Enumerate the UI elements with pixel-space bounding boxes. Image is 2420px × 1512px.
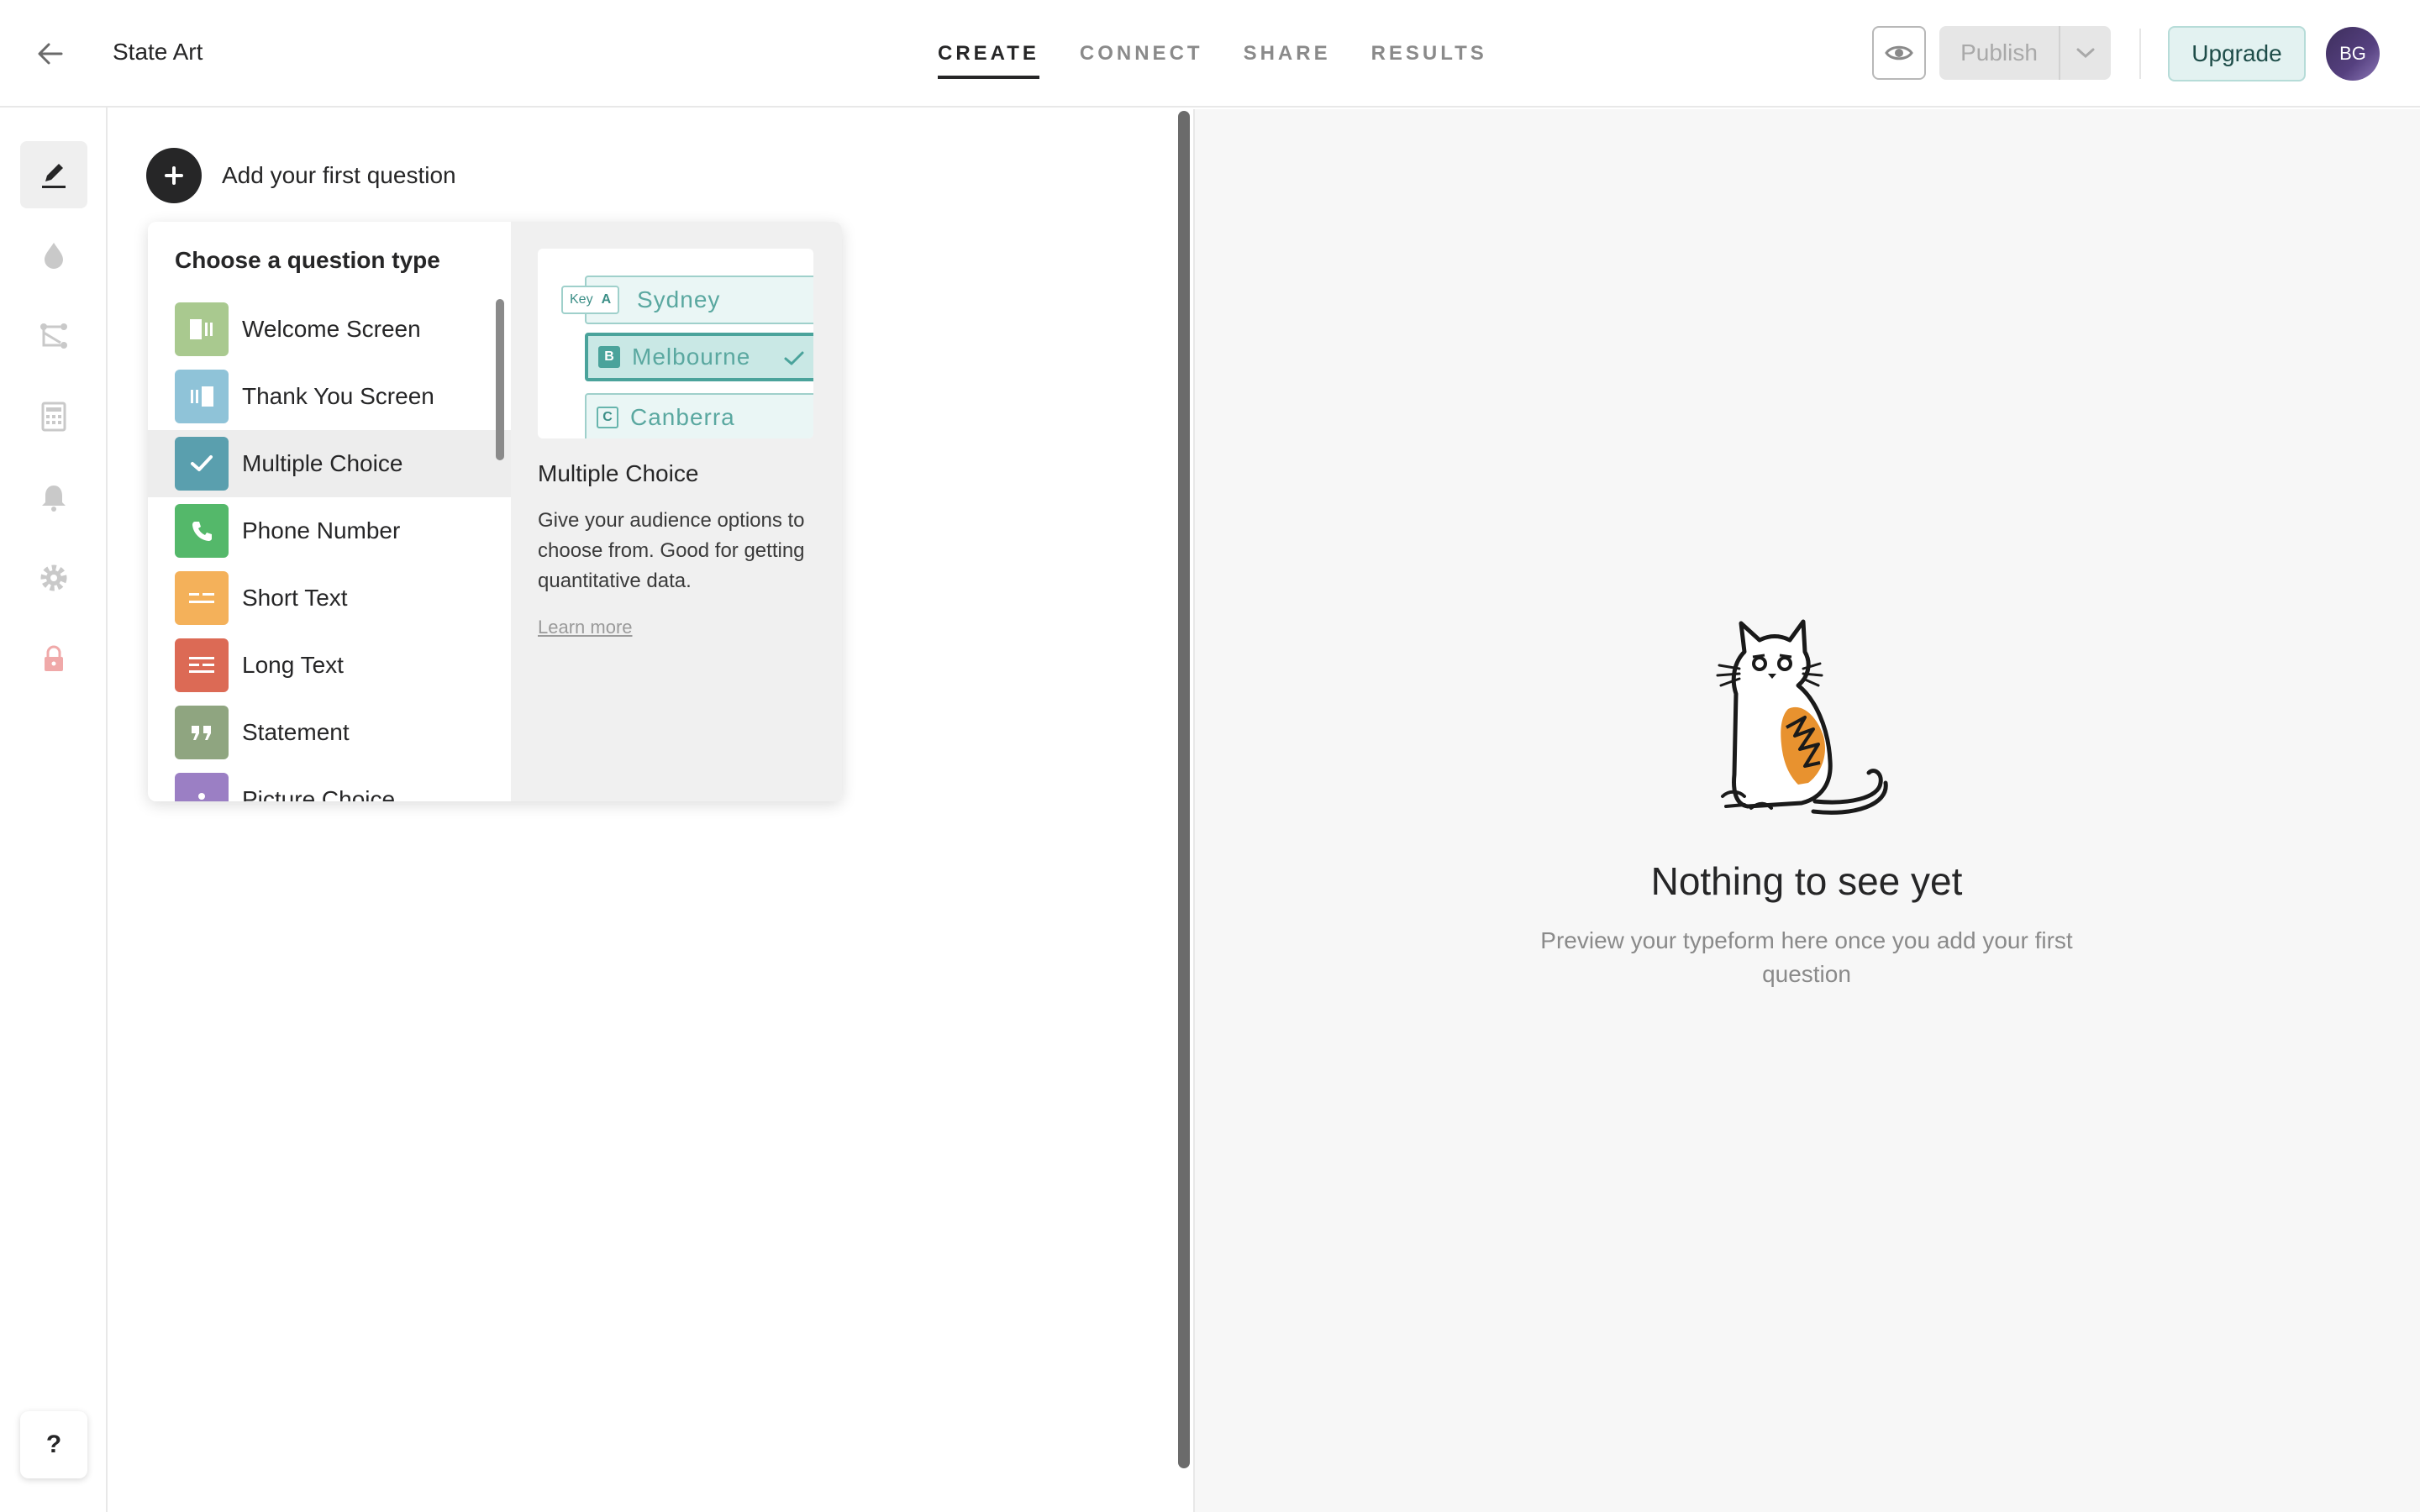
rail-item-settings[interactable] [20, 544, 87, 612]
add-question-label: Add your first question [222, 162, 456, 188]
preview-choice-b: B Melbourne [585, 333, 813, 381]
cat-illustration [1716, 619, 1888, 815]
theme-drop-icon [45, 243, 63, 269]
welcome-screen-icon [175, 302, 229, 356]
rail-item-notifications[interactable] [20, 464, 87, 531]
builder-scrollbar[interactable] [1178, 111, 1190, 1468]
thank-you-screen-icon [175, 370, 229, 423]
form-title[interactable]: State Art [113, 39, 203, 66]
check-icon [784, 351, 804, 365]
question-type-detail-title: Multiple Choice [538, 460, 699, 486]
short-text-icon [175, 571, 229, 625]
question-type-phone-number[interactable]: Phone Number [148, 497, 511, 564]
question-type-statement[interactable]: Statement [148, 699, 511, 766]
question-type-short-text[interactable]: Short Text [148, 564, 511, 632]
rail-item-theme[interactable] [20, 222, 87, 289]
preview-key-hint: Key A [561, 286, 620, 314]
question-type-detail-description: Give your audience options to choose fro… [538, 509, 805, 592]
question-type-heading: Choose a question type [175, 247, 440, 273]
calculator-icon [41, 402, 66, 432]
question-type-long-text[interactable]: Long Text [148, 632, 511, 699]
back-button[interactable] [30, 34, 71, 74]
check-icon [175, 437, 229, 491]
eye-icon [1885, 45, 1913, 60]
picture-icon [175, 773, 229, 801]
rail-item-calculator[interactable] [20, 383, 87, 450]
settings-gear-icon [40, 564, 67, 591]
logic-icon [40, 323, 67, 349]
lock-icon [45, 645, 63, 671]
question-type-thank-you-screen[interactable]: Thank You Screen [148, 363, 511, 430]
question-type-list-scrollbar[interactable] [496, 299, 504, 460]
tab-results[interactable]: RESULTS [1371, 0, 1487, 108]
user-avatar[interactable]: BG [2326, 27, 2380, 81]
question-type-list: Choose a question type Welcome Screen Th… [148, 222, 511, 801]
question-type-preview: Sydney Key A B Melbourne C Canberra [538, 249, 813, 438]
quote-icon [175, 706, 229, 759]
help-button[interactable]: ? [20, 1411, 87, 1478]
notification-bell-icon [42, 486, 66, 512]
edit-icon [42, 164, 66, 188]
question-type-detail: Sydney Key A B Melbourne C Canberra Mult… [511, 222, 842, 801]
publish-button-group: Publish [1939, 26, 2111, 80]
rail-item-logic[interactable] [20, 302, 87, 370]
add-question-button[interactable]: Add your first question [146, 148, 456, 203]
main-tabs: CREATE CONNECT SHARE RESULTS [938, 0, 1487, 108]
rail-item-create[interactable] [20, 141, 87, 208]
upgrade-button[interactable]: Upgrade [2168, 26, 2306, 81]
tab-share[interactable]: SHARE [1244, 0, 1331, 108]
tab-connect[interactable]: CONNECT [1080, 0, 1203, 108]
plus-icon [146, 148, 202, 203]
long-text-icon [175, 638, 229, 692]
question-type-popup: Choose a question type Welcome Screen Th… [148, 222, 842, 801]
preview-choice-c: C Canberra [585, 393, 813, 438]
publish-button[interactable]: Publish [1939, 26, 2059, 80]
publish-options-button[interactable] [2059, 26, 2111, 80]
left-icon-rail: ? [0, 108, 108, 1512]
arrow-left-icon [38, 43, 63, 65]
header-divider [2139, 29, 2141, 79]
empty-preview-subtitle: Preview your typeform here once you add … [1540, 927, 2073, 987]
empty-preview-title: Nothing to see yet [1650, 859, 1963, 903]
top-bar: State Art CREATE CONNECT SHARE RESULTS P… [0, 0, 2420, 108]
phone-icon [175, 504, 229, 558]
chevron-down-icon [2076, 48, 2095, 59]
question-type-multiple-choice[interactable]: Multiple Choice [148, 430, 511, 497]
preview-button[interactable] [1872, 26, 1926, 80]
rail-item-access[interactable] [20, 625, 87, 692]
question-type-picture-choice[interactable]: Picture Choice [148, 766, 511, 801]
question-type-welcome-screen[interactable]: Welcome Screen [148, 296, 511, 363]
learn-more-link[interactable]: Learn more [538, 617, 633, 638]
tab-create[interactable]: CREATE [938, 0, 1039, 108]
